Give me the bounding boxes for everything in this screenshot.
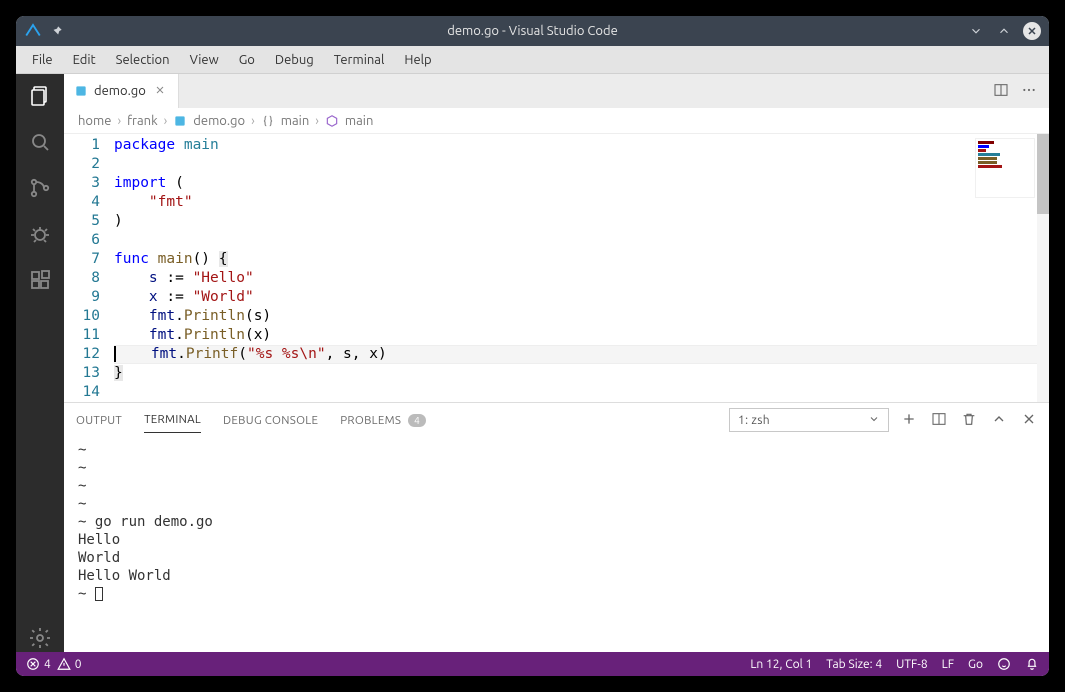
status-errors[interactable]: 4 (26, 657, 51, 671)
menu-debug[interactable]: Debug (265, 53, 324, 67)
app-icon (24, 22, 42, 40)
go-file-icon (74, 84, 88, 98)
function-icon (325, 114, 339, 128)
status-bar: 4 0 Ln 12, Col 1 Tab Size: 4 UTF-8 LF Go (16, 652, 1049, 676)
titlebar: demo.go - Visual Studio Code (16, 16, 1049, 46)
notifications-icon[interactable] (1025, 657, 1039, 671)
panel-tab-bar: OUTPUT TERMINAL DEBUG CONSOLE PROBLEMS 4… (64, 403, 1049, 437)
tab-label: demo.go (94, 84, 146, 98)
terminal-selector[interactable]: 1: zsh (729, 408, 889, 432)
menu-terminal[interactable]: Terminal (324, 53, 395, 67)
menu-view[interactable]: View (180, 53, 229, 67)
menu-go[interactable]: Go (229, 53, 265, 67)
menubar: File Edit Selection View Go Debug Termin… (16, 46, 1049, 74)
menu-file[interactable]: File (22, 53, 63, 67)
breadcrumb-item[interactable]: demo.go (193, 114, 245, 128)
chevron-right-icon: › (251, 114, 255, 128)
menu-selection[interactable]: Selection (106, 53, 180, 67)
menu-help[interactable]: Help (394, 53, 441, 67)
kill-terminal-icon[interactable] (961, 411, 977, 430)
maximize-button[interactable] (995, 22, 1013, 40)
tab-close-icon[interactable] (152, 82, 168, 101)
chevron-down-icon (868, 413, 880, 428)
source-control-icon[interactable] (26, 174, 54, 202)
explorer-icon[interactable] (26, 82, 54, 110)
extensions-icon[interactable] (26, 266, 54, 294)
settings-gear-icon[interactable] (26, 624, 54, 652)
chevron-right-icon: › (164, 114, 168, 128)
debug-icon[interactable] (26, 220, 54, 248)
terminal-cursor (95, 587, 103, 601)
split-editor-icon[interactable] (993, 82, 1009, 101)
status-eol[interactable]: LF (942, 658, 954, 671)
terminal-line: ~ (78, 585, 1035, 603)
minimap[interactable] (975, 138, 1035, 198)
tab-demo-go[interactable]: demo.go (64, 74, 179, 108)
status-cursor-position[interactable]: Ln 12, Col 1 (750, 658, 812, 671)
line-number-gutter: 1234567891011121314 (64, 136, 114, 402)
close-panel-icon[interactable] (1021, 411, 1037, 430)
maximize-panel-icon[interactable] (991, 411, 1007, 430)
status-tab-size[interactable]: Tab Size: 4 (826, 658, 882, 671)
problems-badge: 4 (408, 414, 426, 427)
terminal-line: World (78, 549, 1035, 567)
window-title: demo.go - Visual Studio Code (16, 24, 1049, 38)
terminal-line: ~ (78, 459, 1035, 477)
search-icon[interactable] (26, 128, 54, 156)
panel-tab-problems[interactable]: PROBLEMS 4 (340, 414, 426, 427)
code-editor[interactable]: 1234567891011121314 package main import … (64, 134, 1049, 402)
terminal-line: ~ (78, 441, 1035, 459)
breadcrumb-item[interactable]: home (78, 114, 111, 128)
status-encoding[interactable]: UTF-8 (896, 658, 927, 671)
minimize-button[interactable] (967, 22, 985, 40)
new-terminal-icon[interactable] (901, 411, 917, 430)
chevron-right-icon: › (315, 114, 319, 128)
terminal-line: ~ go run demo.go (78, 513, 1035, 531)
breadcrumb-item[interactable]: main (281, 114, 309, 128)
panel-tab-output[interactable]: OUTPUT (76, 414, 122, 427)
go-file-icon (173, 114, 187, 128)
breadcrumb[interactable]: home › frank › demo.go › main › main (64, 108, 1049, 134)
chevron-right-icon: › (117, 114, 121, 128)
close-button[interactable] (1023, 22, 1041, 40)
namespace-icon (261, 114, 275, 128)
breadcrumb-item[interactable]: main (345, 114, 373, 128)
feedback-icon[interactable] (997, 657, 1011, 671)
terminal-line: Hello World (78, 567, 1035, 585)
terminal-output[interactable]: ~ ~ ~ ~ ~ go run demo.go Hello World Hel… (64, 437, 1049, 652)
terminal-line: ~ (78, 495, 1035, 513)
panel-tab-terminal[interactable]: TERMINAL (144, 413, 201, 433)
terminal-line: Hello (78, 531, 1035, 549)
text-cursor (114, 346, 116, 362)
activity-bar (16, 74, 64, 652)
status-language[interactable]: Go (968, 658, 983, 671)
status-warnings[interactable]: 0 (57, 657, 82, 671)
split-terminal-icon[interactable] (931, 411, 947, 430)
panel-tab-debug-console[interactable]: DEBUG CONSOLE (223, 414, 318, 427)
terminal-line: ~ (78, 477, 1035, 495)
editor-scrollbar[interactable] (1037, 134, 1049, 402)
pin-icon[interactable] (50, 24, 64, 38)
breadcrumb-item[interactable]: frank (127, 114, 158, 128)
tab-bar: demo.go (64, 74, 1049, 108)
more-actions-icon[interactable] (1021, 82, 1037, 101)
menu-edit[interactable]: Edit (63, 53, 106, 67)
